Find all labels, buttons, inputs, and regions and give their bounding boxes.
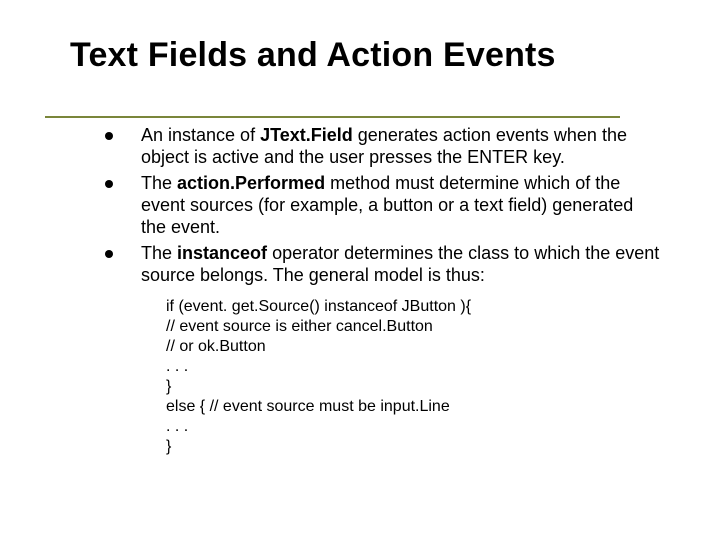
slide-title: Text Fields and Action Events — [70, 36, 670, 75]
bullet-text-pre: An instance of — [141, 125, 260, 145]
bullet-text-bold: instanceof — [177, 243, 267, 263]
title-underline — [45, 116, 620, 118]
bullet-text-bold: JText.Field — [260, 125, 353, 145]
bullet-text-pre: The — [141, 173, 177, 193]
code-line: // or ok.Button — [166, 337, 670, 357]
slide: Text Fields and Action Events An instanc… — [0, 0, 720, 540]
code-line: else { // event source must be input.Lin… — [166, 397, 670, 417]
code-line: // event source is either cancel.Button — [166, 317, 670, 337]
code-line: . . . — [166, 417, 670, 437]
code-line: } — [166, 377, 670, 397]
code-block: if (event. get.Source() instanceof JButt… — [166, 297, 670, 457]
bullet-item: The action.Performed method must determi… — [105, 173, 660, 239]
bullet-item: The instanceof operator determines the c… — [105, 243, 660, 287]
code-line: } — [166, 437, 670, 457]
bullet-list: An instance of JText.Field generates act… — [70, 125, 670, 287]
code-line: . . . — [166, 357, 670, 377]
code-line: if (event. get.Source() instanceof JButt… — [166, 297, 670, 317]
bullet-text-bold: action.Performed — [177, 173, 325, 193]
bullet-text-pre: The — [141, 243, 177, 263]
bullet-item: An instance of JText.Field generates act… — [105, 125, 660, 169]
